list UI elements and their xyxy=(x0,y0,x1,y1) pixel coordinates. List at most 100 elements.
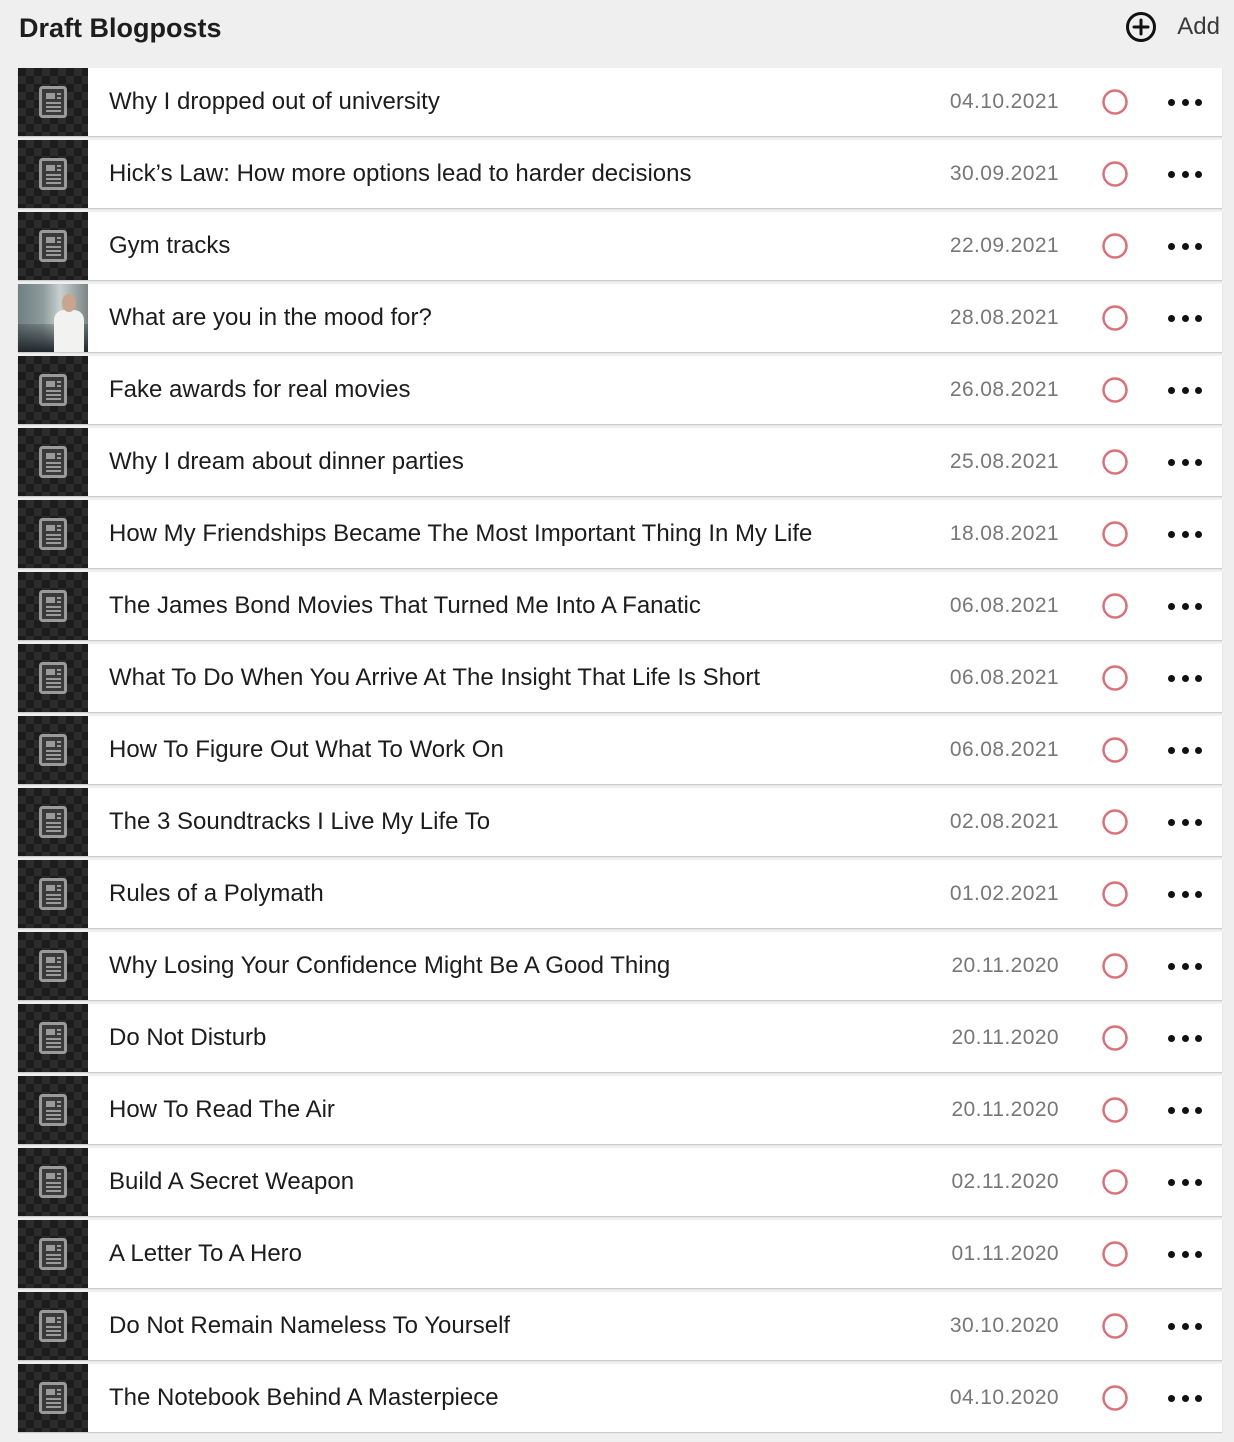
status-circle-icon[interactable] xyxy=(1101,88,1129,116)
post-row[interactable]: Do Not Remain Nameless To Yourself 30.10… xyxy=(18,1292,1222,1360)
status-circle-icon[interactable] xyxy=(1101,448,1129,476)
more-dot xyxy=(1195,530,1202,538)
post-title: Why I dream about dinner parties xyxy=(109,448,464,475)
post-thumbnail xyxy=(18,1076,88,1144)
post-row[interactable]: What To Do When You Arrive At The Insigh… xyxy=(18,644,1222,712)
document-icon xyxy=(39,950,67,982)
post-row[interactable]: Why I dropped out of university 04.10.20… xyxy=(18,68,1222,136)
more-options-icon[interactable] xyxy=(1168,1388,1202,1408)
post-date: 20.11.2020 xyxy=(951,1098,1059,1121)
post-date: 26.08.2021 xyxy=(949,378,1059,401)
post-row[interactable]: A Letter To A Hero 01.11.2020 xyxy=(18,1220,1222,1288)
post-title: The James Bond Movies That Turned Me Int… xyxy=(109,592,701,619)
post-title: How My Friendships Became The Most Impor… xyxy=(109,520,813,547)
post-thumbnail xyxy=(18,572,88,640)
post-date: 01.11.2020 xyxy=(951,1242,1059,1265)
more-options-icon[interactable] xyxy=(1168,236,1202,256)
more-dot xyxy=(1181,458,1189,466)
document-icon xyxy=(39,1310,67,1342)
more-dot xyxy=(1195,674,1202,682)
more-options-icon[interactable] xyxy=(1168,308,1202,328)
post-thumbnail xyxy=(18,716,88,784)
more-dot xyxy=(1168,386,1175,394)
status-circle-icon[interactable] xyxy=(1101,160,1129,188)
more-options-icon[interactable] xyxy=(1168,1100,1202,1120)
post-row[interactable]: How To Read The Air 20.11.2020 xyxy=(18,1076,1222,1144)
more-options-icon[interactable] xyxy=(1168,1028,1202,1048)
more-dot xyxy=(1181,1106,1189,1114)
post-row[interactable]: Do Not Disturb 20.11.2020 xyxy=(18,1004,1222,1072)
more-dot xyxy=(1181,746,1189,754)
plus-circle-icon xyxy=(1125,11,1157,43)
add-label: Add xyxy=(1177,13,1220,40)
post-row[interactable]: Rules of a Polymath 01.02.2021 xyxy=(18,860,1222,928)
more-options-icon[interactable] xyxy=(1168,524,1202,544)
status-circle-icon[interactable] xyxy=(1101,664,1129,692)
more-dot xyxy=(1168,1106,1175,1114)
document-icon xyxy=(39,734,67,766)
more-options-icon[interactable] xyxy=(1168,164,1202,184)
more-dot xyxy=(1168,1178,1175,1186)
status-circle-icon[interactable] xyxy=(1101,1384,1129,1412)
status-circle-icon[interactable] xyxy=(1101,880,1129,908)
post-thumbnail xyxy=(18,1364,88,1432)
more-options-icon[interactable] xyxy=(1168,380,1202,400)
more-options-icon[interactable] xyxy=(1168,596,1202,616)
status-circle-icon[interactable] xyxy=(1101,520,1129,548)
add-button[interactable]: Add xyxy=(1125,10,1220,44)
more-options-icon[interactable] xyxy=(1168,668,1202,688)
post-title: Do Not Disturb xyxy=(109,1024,267,1051)
document-icon xyxy=(39,1166,67,1198)
more-options-icon[interactable] xyxy=(1168,1316,1202,1336)
more-dot xyxy=(1195,98,1202,106)
more-options-icon[interactable] xyxy=(1168,884,1202,904)
more-dot xyxy=(1195,1178,1202,1186)
status-circle-icon[interactable] xyxy=(1101,592,1129,620)
post-row[interactable]: How My Friendships Became The Most Impor… xyxy=(18,500,1222,568)
post-row[interactable]: Gym tracks 22.09.2021 xyxy=(18,212,1222,280)
more-dot xyxy=(1181,386,1189,394)
document-icon xyxy=(39,1382,67,1414)
more-options-icon[interactable] xyxy=(1168,452,1202,472)
more-options-icon[interactable] xyxy=(1168,1244,1202,1264)
post-row[interactable]: Build A Secret Weapon 02.11.2020 xyxy=(18,1148,1222,1216)
post-title: Hick’s Law: How more options lead to har… xyxy=(109,160,692,187)
status-circle-icon[interactable] xyxy=(1101,1240,1129,1268)
post-thumbnail xyxy=(18,644,88,712)
status-circle-icon[interactable] xyxy=(1101,1096,1129,1124)
post-row[interactable]: The 3 Soundtracks I Live My Life To 02.0… xyxy=(18,788,1222,856)
post-row[interactable]: Fake awards for real movies 26.08.2021 xyxy=(18,356,1222,424)
status-circle-icon[interactable] xyxy=(1101,1024,1129,1052)
more-dot xyxy=(1168,1250,1175,1258)
more-dot xyxy=(1195,1250,1202,1258)
post-thumbnail xyxy=(18,500,88,568)
status-circle-icon[interactable] xyxy=(1101,1312,1129,1340)
post-row[interactable]: Why I dream about dinner parties 25.08.2… xyxy=(18,428,1222,496)
post-row[interactable]: The Notebook Behind A Masterpiece 04.10.… xyxy=(18,1364,1222,1432)
post-row[interactable]: How To Figure Out What To Work On 06.08.… xyxy=(18,716,1222,784)
more-dot xyxy=(1181,314,1189,322)
status-circle-icon[interactable] xyxy=(1101,736,1129,764)
status-circle-icon[interactable] xyxy=(1101,808,1129,836)
more-options-icon[interactable] xyxy=(1168,92,1202,112)
more-dot xyxy=(1168,1394,1175,1402)
post-row[interactable]: Why Losing Your Confidence Might Be A Go… xyxy=(18,932,1222,1000)
post-thumbnail xyxy=(18,1292,88,1360)
status-circle-icon[interactable] xyxy=(1101,304,1129,332)
status-circle-icon[interactable] xyxy=(1101,232,1129,260)
photo-head xyxy=(62,294,76,312)
more-options-icon[interactable] xyxy=(1168,740,1202,760)
more-options-icon[interactable] xyxy=(1168,812,1202,832)
more-options-icon[interactable] xyxy=(1168,1172,1202,1192)
post-title: Gym tracks xyxy=(109,232,231,259)
post-row[interactable]: What are you in the mood for? 28.08.2021 xyxy=(18,284,1222,352)
post-row[interactable]: Hick’s Law: How more options lead to har… xyxy=(18,140,1222,208)
post-row[interactable]: The James Bond Movies That Turned Me Int… xyxy=(18,572,1222,640)
more-options-icon[interactable] xyxy=(1168,956,1202,976)
page-title: Draft Blogposts xyxy=(19,13,222,43)
status-circle-icon[interactable] xyxy=(1101,376,1129,404)
status-circle-icon[interactable] xyxy=(1101,952,1129,980)
post-date: 06.08.2021 xyxy=(949,738,1059,761)
status-circle-icon[interactable] xyxy=(1101,1168,1129,1196)
more-dot xyxy=(1195,1322,1202,1330)
